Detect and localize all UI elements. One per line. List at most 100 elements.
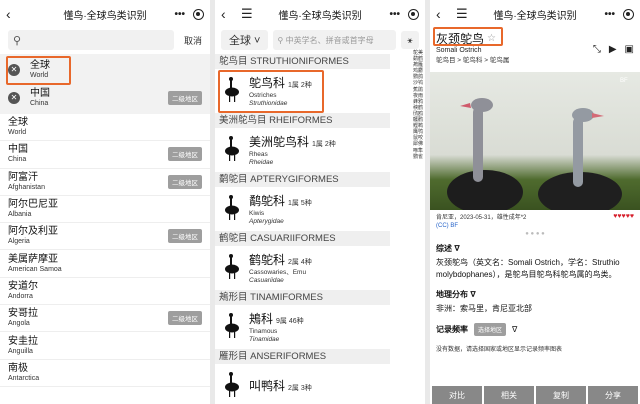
menu-icon[interactable]: ☰	[456, 6, 468, 22]
region-name-cn: 全球	[8, 117, 28, 129]
family-name-en: Cassowaries、Emu	[249, 269, 307, 276]
mini-program-capsule: •••	[604, 8, 634, 20]
order-header: 鴂形目 TINAMIFORMES	[215, 290, 390, 305]
highlight-box	[433, 27, 503, 46]
region-name-en: World	[8, 129, 27, 137]
frequency-toggle[interactable]: ∇	[512, 325, 517, 334]
family-name-cn: 美洲鸵鸟科	[249, 135, 310, 149]
region-name-en: Algeria	[8, 238, 30, 246]
select-region-button[interactable]: 选择地区	[474, 323, 507, 336]
region-list: 全球 World 中国 China 二级地区 阿富汗 Afghanistan 二级地区 阿…	[0, 114, 210, 387]
filter-row: 全球 ˅ ⚲ 中英学名、拼音或首字母 ⚹	[215, 28, 425, 54]
region-name-en: Antarctica	[8, 374, 40, 382]
list-item[interactable]: 全球 World	[0, 114, 210, 142]
family-item[interactable]: 鹬鸵科 1属 5种 Kiwis Apterygidae	[215, 187, 390, 231]
distribution-title[interactable]: 地理分布 ∇	[436, 289, 634, 300]
region-search-input[interactable]: ⚲	[8, 30, 174, 50]
header-actions: ⤡ ▶ ▣	[593, 44, 634, 55]
list-item[interactable]: 美属萨摩亚 American Samoa	[0, 250, 210, 278]
list-item[interactable]: 南极 Antarctica	[0, 360, 210, 387]
region-name-cn: 安哥拉	[8, 308, 38, 320]
order-header: 鹬鸵目 APTERYGIFORMES	[215, 172, 390, 187]
list-item[interactable]: 中国 China 二级地区	[0, 141, 210, 169]
back-icon[interactable]: ‹	[436, 7, 450, 21]
photo-pager-dots[interactable]: ● ● ● ●	[430, 231, 640, 237]
close-target-icon[interactable]	[408, 8, 419, 20]
list-item[interactable]: 阿尔巴尼亚 Albania	[0, 196, 210, 224]
shrink-icon[interactable]: ⤡	[593, 44, 601, 55]
selected-region-item[interactable]: ✕ 中国 China 二级地区	[0, 84, 210, 112]
species-photo[interactable]: BF	[430, 72, 640, 210]
menu-icon[interactable]: ☰	[241, 6, 253, 22]
frequency-note: 没有数据，请选择国家或地区显示记录频率图表	[436, 347, 563, 353]
region-dropdown[interactable]: 全球 ˅	[221, 30, 269, 50]
region-name-en: American Samoa	[8, 265, 62, 273]
family-scientific-name: Apterygidae	[249, 218, 284, 225]
order-header: 鹤鸵目 CASUARIIFORMES	[215, 231, 390, 246]
cancel-button[interactable]: 取消	[184, 34, 202, 47]
remove-icon[interactable]: ✕	[8, 92, 20, 104]
family-list: 鸵鸟目 STRUTHIONIFORMES 鸵鸟科 1属 2种 Ostriches Str…	[215, 54, 425, 404]
family-item[interactable]: 鸵鸟科 1属 2种 Ostriches Struthionidae	[215, 69, 390, 113]
back-icon[interactable]: ‹	[6, 7, 20, 21]
region-name-cn: 中国	[8, 144, 28, 156]
region-name-en: Anguilla	[8, 347, 33, 355]
list-item[interactable]: 安哥拉 Angola 二级地区	[0, 305, 210, 333]
family-item[interactable]: 美洲鸵鸟科 1属 2种 Rheas Rheidae	[215, 128, 390, 172]
gallery-icon[interactable]: ▣	[625, 44, 634, 55]
species-header: 灰颈鸵鸟 ☆ Somali Ostrich 鸵鸟目 > 鸵鸟科 > 鸵鸟属 ⤡ …	[430, 27, 640, 72]
close-target-icon[interactable]	[193, 8, 204, 20]
bird-silhouette-icon	[221, 371, 249, 402]
subregion-tag[interactable]: 二级地区	[168, 311, 202, 326]
region-name-cn: 安圭拉	[8, 335, 38, 347]
species-detail-screen: ‹ ☰ 懂鸟·全球鸟类识别 ••• 灰颈鸵鸟 ☆ Somali Ostrich …	[430, 0, 640, 404]
list-item[interactable]: 阿富汗 Afghanistan 二级地区	[0, 169, 210, 196]
search-icon: ⚲	[277, 35, 286, 45]
more-icon[interactable]: •••	[389, 9, 400, 20]
subregion-tag[interactable]: 二级地区	[168, 229, 202, 244]
list-item[interactable]: 安道尔 Andorra	[0, 278, 210, 306]
list-item[interactable]: 阿尔及利亚 Algeria 二级地区	[0, 223, 210, 251]
distribution-text: 非洲：索马里，肯尼亚北部	[436, 304, 532, 313]
summary-title[interactable]: 综述 ∇	[436, 243, 634, 254]
list-item[interactable]: 安圭拉 Anguilla	[0, 332, 210, 360]
related-button[interactable]: 相关	[484, 386, 534, 404]
family-item[interactable]: 鹤鸵科 2属 4种 Cassowaries、Emu Casuariidae	[215, 246, 390, 290]
more-icon[interactable]: •••	[604, 9, 615, 20]
mini-program-capsule: •••	[174, 8, 204, 20]
family-name-cn: 鹬鸵科	[249, 194, 286, 208]
region-name-cn: 美属萨摩亚	[8, 253, 58, 265]
family-scientific-name: Casuariidae	[249, 277, 284, 284]
region-select-screen: ‹ 懂鸟·全球鸟类识别 ••• ⚲ 取消 ✕ 全球 World ✕ 中国 Chi…	[0, 0, 210, 404]
license-link[interactable]: (CC) BF	[430, 223, 640, 229]
family-item[interactable]: 叫鸭科 2属 3种	[215, 364, 390, 404]
subregion-tag[interactable]: 二级地区	[168, 174, 202, 189]
top-bar: ‹ ☰ 懂鸟·全球鸟类识别 •••	[430, 0, 640, 28]
family-count: 2属 4种	[288, 259, 312, 266]
region-name-cn: 阿富汗	[8, 171, 38, 183]
subregion-tag[interactable]: 二级地区	[168, 147, 202, 162]
frequency-section: 记录频率 选择地区 ∇	[430, 323, 640, 336]
region-name-en: Andorra	[8, 292, 33, 300]
play-icon[interactable]: ▶	[609, 44, 617, 55]
more-icon[interactable]: •••	[174, 9, 185, 20]
family-item[interactable]: 鴂科 9属 46种 Tinamous Tinamidae	[215, 305, 390, 349]
highlight-box	[218, 70, 324, 113]
distribution-section: 地理分布 ∇ 非洲：索马里，肯尼亚北部	[430, 289, 640, 315]
back-icon[interactable]: ‹	[221, 7, 235, 21]
region-name-cn: 南极	[8, 362, 28, 374]
region-name-en: Angola	[8, 320, 30, 328]
subregion-tag[interactable]: 二级地区	[168, 91, 202, 105]
family-name-cn: 叫鸭科	[249, 379, 286, 393]
taxonomy-list-screen: ‹ ☰ 懂鸟·全球鸟类识别 ••• 全球 ˅ ⚲ 中英学名、拼音或首字母 ⚹ 鸵…	[215, 0, 425, 404]
top-bar: ‹ ☰ 懂鸟·全球鸟类识别 •••	[215, 0, 425, 28]
tree-view-icon[interactable]: ⚹	[401, 31, 419, 49]
order-index-bar[interactable]: 鸵美鹬鹤鴂雁鸡麝鹦鸽沙鸨蕉鹃夜雨蜂鸦秧鹤鸻鸥鸌鹳鲣鹈鹰鸮鼠咬犀佛啄隼鹦雀	[413, 50, 423, 160]
family-count: 1属 5种	[288, 200, 312, 207]
region-name-cn: 阿尔及利亚	[8, 226, 58, 238]
species-search-input[interactable]: ⚲ 中英学名、拼音或首字母	[273, 30, 396, 50]
share-button[interactable]: 分享	[588, 386, 638, 404]
close-target-icon[interactable]	[623, 8, 634, 20]
copy-button[interactable]: 复制	[536, 386, 586, 404]
compare-button[interactable]: 对比	[432, 386, 482, 404]
